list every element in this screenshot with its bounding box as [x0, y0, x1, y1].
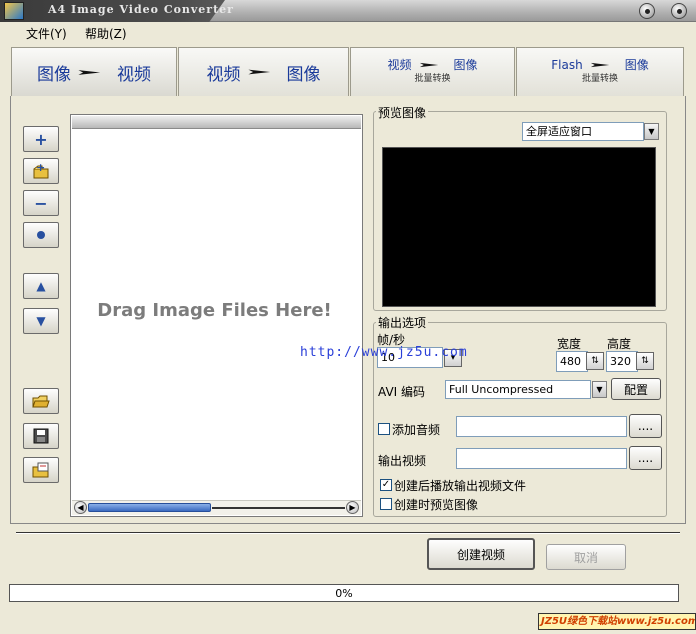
tab-video-to-image[interactable]: 视频 图像: [178, 47, 349, 97]
output-options-legend: 输出选项: [376, 314, 429, 331]
add-audio-label: 添加音频: [392, 423, 441, 437]
tab-label-right: 视频: [117, 65, 151, 85]
window-title: A4 Image Video Converter: [48, 3, 234, 16]
tab-label-left: Flash: [551, 58, 583, 72]
add-folder-button[interactable]: +: [23, 158, 59, 184]
svg-text:+: +: [36, 162, 45, 174]
tab-label-left: 视频: [206, 64, 241, 85]
scrollbar-track: [212, 507, 345, 509]
tab-label-right: 图像: [624, 58, 649, 72]
avi-codec-select[interactable]: Full Uncompressed: [445, 380, 591, 399]
width-label: 宽度: [557, 337, 582, 351]
app-icon: [4, 2, 24, 20]
height-input[interactable]: 320: [606, 351, 638, 372]
width-spin-icon[interactable]: ⇅: [586, 352, 604, 370]
cancel-button[interactable]: 取消: [546, 544, 626, 570]
plus-icon: +: [34, 129, 48, 149]
scroll-right-icon[interactable]: ▶: [346, 501, 359, 514]
dot-icon: [37, 231, 45, 239]
open-project-button[interactable]: [23, 388, 59, 414]
preview-screen: [382, 147, 656, 307]
output-video-label: 输出视频: [378, 454, 427, 468]
arrow-right-icon: [419, 62, 438, 68]
progress-bar: 0%: [9, 584, 679, 602]
minus-icon: −: [34, 193, 48, 213]
folder-list-icon: [32, 462, 49, 478]
audio-path-input[interactable]: [456, 416, 627, 437]
tab-sublabel: 批量转换: [414, 74, 451, 84]
output-video-path-input[interactable]: [456, 448, 627, 469]
drop-hint-text: Drag Image Files Here!: [97, 300, 332, 321]
close-button[interactable]: [671, 3, 687, 19]
tab-image-to-video[interactable]: 图像 视频: [11, 47, 177, 97]
chevron-down-icon[interactable]: ▼: [644, 123, 659, 140]
arrow-right-icon: [247, 69, 270, 75]
preview-when-create-checkbox[interactable]: [380, 498, 392, 510]
progress-text: 0%: [335, 586, 353, 600]
preview-mode-select[interactable]: 全屏适应窗口: [522, 122, 644, 141]
open-folder-icon: [32, 395, 50, 408]
tab-label-left: 视频: [387, 58, 412, 72]
play-after-create-label: 创建后播放输出视频文件: [394, 479, 527, 493]
clear-list-button[interactable]: [23, 222, 59, 248]
move-up-button[interactable]: ▲: [23, 273, 59, 299]
separator: [16, 532, 680, 534]
arrow-down-icon: ▼: [36, 314, 46, 328]
avi-codec-label: AVI 编码: [378, 385, 426, 399]
add-image-button[interactable]: +: [23, 126, 59, 152]
tab-video-to-image-batch[interactable]: 视频 图像 批量转换: [350, 47, 515, 97]
tab-label-right: 图像: [453, 58, 478, 72]
add-folder-icon: +: [33, 162, 49, 179]
chevron-down-icon[interactable]: ▼: [592, 381, 607, 398]
list-header: [72, 116, 361, 129]
menu-help[interactable]: 帮助(Z): [85, 25, 127, 42]
preview-when-create-label: 创建时预览图像: [394, 498, 479, 512]
preview-group-legend: 预览图像: [376, 104, 429, 121]
arrow-up-icon: ▲: [36, 279, 46, 293]
save-project-button[interactable]: [23, 423, 59, 449]
tab-label-left: 图像: [37, 65, 71, 85]
height-spin-icon[interactable]: ⇅: [636, 352, 654, 370]
codec-config-button[interactable]: 配置: [611, 378, 661, 400]
watermark-url: http://www.jz5u.com: [300, 345, 468, 360]
save-disk-icon: [33, 428, 49, 444]
menu-file[interactable]: 文件(Y): [26, 25, 67, 42]
browse-audio-button[interactable]: ....: [629, 414, 662, 438]
watermark-badge: JZ5U绿色下载站www.jz5u.com: [538, 613, 696, 630]
scroll-left-icon[interactable]: ◀: [74, 501, 87, 514]
move-down-button[interactable]: ▼: [23, 308, 59, 334]
scrollbar-thumb[interactable]: [88, 503, 211, 512]
tab-flash-to-image-batch[interactable]: Flash 图像 批量转换: [516, 47, 684, 97]
minimize-button[interactable]: [639, 3, 655, 19]
arrow-right-icon: [78, 70, 101, 75]
tab-label-right: 图像: [286, 64, 321, 85]
export-list-button[interactable]: [23, 457, 59, 483]
play-after-create-checkbox[interactable]: ✓: [380, 479, 392, 491]
add-audio-checkbox[interactable]: [378, 423, 390, 435]
tab-sublabel: 批量转换: [581, 74, 618, 84]
width-input[interactable]: 480: [556, 351, 588, 372]
browse-output-button[interactable]: ....: [629, 446, 662, 470]
arrow-right-icon: [590, 62, 609, 68]
remove-image-button[interactable]: −: [23, 190, 59, 216]
create-video-button[interactable]: 创建视频: [427, 538, 535, 570]
height-label: 高度: [607, 337, 632, 351]
